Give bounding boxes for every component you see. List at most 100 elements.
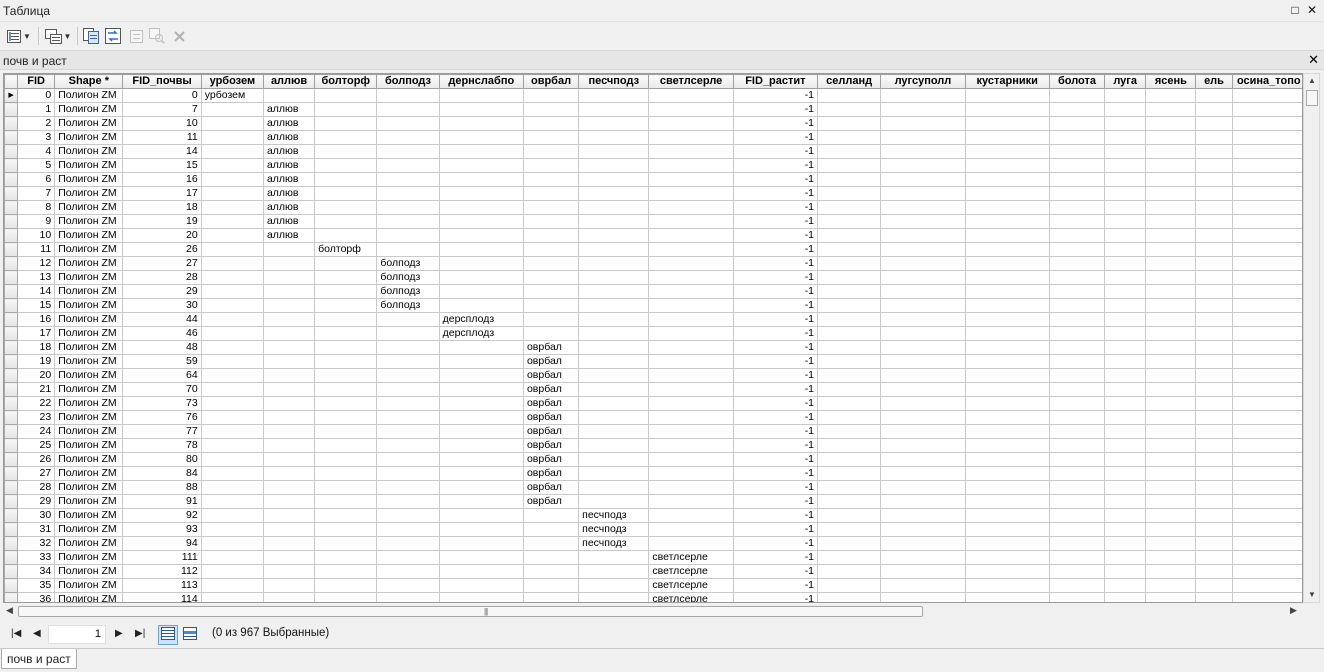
table-cell[interactable]: [1145, 508, 1197, 523]
horizontal-scrollbar[interactable]: ◀ ||| ▶: [3, 604, 1303, 618]
table-cell[interactable]: [1104, 382, 1147, 397]
column-header[interactable]: FID_растит: [732, 74, 819, 89]
horizontal-scroll-thumb[interactable]: |||: [18, 606, 923, 617]
table-cell[interactable]: аллюв: [262, 200, 316, 215]
table-cell[interactable]: [314, 368, 378, 383]
table-cell[interactable]: [1231, 256, 1302, 271]
table-cell[interactable]: [648, 88, 734, 103]
table-row[interactable]: 11 Полигон ZM 26 болторф -1: [4, 242, 1302, 257]
table-cell[interactable]: [880, 424, 966, 439]
table-cell[interactable]: [648, 144, 734, 159]
column-header[interactable]: кустарники: [964, 74, 1050, 89]
table-cell[interactable]: [200, 186, 264, 201]
table-cell[interactable]: [1104, 592, 1147, 602]
table-cell[interactable]: [880, 354, 966, 369]
table-cell[interactable]: [1195, 382, 1233, 397]
table-cell[interactable]: [1195, 284, 1233, 299]
table-cell[interactable]: [1145, 312, 1197, 327]
table-cell[interactable]: [1145, 270, 1197, 285]
table-cell[interactable]: [817, 354, 882, 369]
table-cell[interactable]: [578, 200, 650, 215]
table-cell[interactable]: Полигон ZM: [54, 242, 124, 257]
table-cell[interactable]: [1195, 368, 1233, 383]
table-cell[interactable]: [1104, 144, 1147, 159]
table-cell[interactable]: [578, 172, 650, 187]
table-cell[interactable]: [376, 382, 440, 397]
row-selector[interactable]: [4, 200, 19, 215]
row-selector[interactable]: [4, 214, 19, 229]
table-cell[interactable]: болторф: [314, 242, 378, 257]
vertical-scroll-thumb[interactable]: [1306, 90, 1318, 106]
row-selector[interactable]: [4, 536, 19, 551]
table-cell[interactable]: [522, 228, 580, 243]
table-cell[interactable]: [964, 312, 1050, 327]
table-cell[interactable]: -1: [732, 578, 819, 593]
table-cell[interactable]: [578, 144, 650, 159]
table-cell[interactable]: Полигон ZM: [54, 312, 124, 327]
table-cell[interactable]: [1195, 410, 1233, 425]
table-cell[interactable]: [262, 284, 316, 299]
table-cell[interactable]: Полигон ZM: [54, 144, 124, 159]
table-cell[interactable]: 5: [17, 158, 56, 173]
table-cell[interactable]: [438, 214, 524, 229]
table-cell[interactable]: [880, 284, 966, 299]
table-row[interactable]: 36 Полигон ZM 114 светлсерле -1: [4, 592, 1302, 602]
table-cell[interactable]: [376, 466, 440, 481]
table-cell[interactable]: [200, 382, 264, 397]
table-cell[interactable]: [262, 494, 316, 509]
table-cell[interactable]: [817, 130, 882, 145]
table-cell[interactable]: [438, 466, 524, 481]
table-cell[interactable]: аллюв: [262, 158, 316, 173]
table-cell[interactable]: [314, 172, 378, 187]
table-cell[interactable]: [522, 214, 580, 229]
table-cell[interactable]: -1: [732, 354, 819, 369]
table-cell[interactable]: [438, 522, 524, 537]
table-cell[interactable]: [1104, 158, 1147, 173]
table-row[interactable]: 25 Полигон ZM 78 оврбал -1: [4, 438, 1302, 453]
table-row[interactable]: 19 Полигон ZM 59 оврбал -1: [4, 354, 1302, 369]
table-cell[interactable]: [438, 340, 524, 355]
table-cell[interactable]: [648, 242, 734, 257]
table-cell[interactable]: -1: [732, 144, 819, 159]
table-cell[interactable]: [314, 158, 378, 173]
table-cell[interactable]: [438, 578, 524, 593]
table-cell[interactable]: -1: [732, 88, 819, 103]
table-cell[interactable]: [1048, 116, 1106, 131]
table-cell[interactable]: [1195, 452, 1233, 467]
column-header[interactable]: Shape *: [54, 74, 124, 89]
table-cell[interactable]: [376, 228, 440, 243]
table-cell[interactable]: [1195, 312, 1233, 327]
table-cell[interactable]: [1231, 270, 1302, 285]
table-cell[interactable]: [200, 242, 264, 257]
table-cell[interactable]: [1195, 228, 1233, 243]
table-cell[interactable]: [1145, 102, 1197, 117]
table-cell[interactable]: [817, 508, 882, 523]
table-cell[interactable]: [964, 466, 1050, 481]
table-cell[interactable]: [1231, 130, 1302, 145]
table-cell[interactable]: [1048, 396, 1106, 411]
table-cell[interactable]: [1145, 592, 1197, 602]
table-cell[interactable]: [522, 592, 580, 602]
row-selector[interactable]: [4, 228, 19, 243]
table-cell[interactable]: 15: [17, 298, 56, 313]
table-cell[interactable]: -1: [732, 340, 819, 355]
table-cell[interactable]: [1145, 564, 1197, 579]
table-cell[interactable]: [1195, 158, 1233, 173]
table-cell[interactable]: [1231, 158, 1302, 173]
table-cell[interactable]: [522, 284, 580, 299]
table-cell[interactable]: [1231, 200, 1302, 215]
table-cell[interactable]: оврбал: [522, 466, 580, 481]
table-row[interactable]: 13 Полигон ZM 28 болподз -1: [4, 270, 1302, 285]
table-cell[interactable]: [578, 438, 650, 453]
table-cell[interactable]: аллюв: [262, 172, 316, 187]
table-cell[interactable]: [314, 536, 378, 551]
table-cell[interactable]: [1231, 424, 1302, 439]
table-cell[interactable]: [262, 410, 316, 425]
table-cell[interactable]: [1145, 242, 1197, 257]
table-cell[interactable]: [1145, 326, 1197, 341]
table-cell[interactable]: Полигон ZM: [54, 522, 124, 537]
table-cell[interactable]: [376, 214, 440, 229]
table-cell[interactable]: 9: [17, 214, 56, 229]
table-cell[interactable]: [880, 158, 966, 173]
table-cell[interactable]: [1104, 186, 1147, 201]
